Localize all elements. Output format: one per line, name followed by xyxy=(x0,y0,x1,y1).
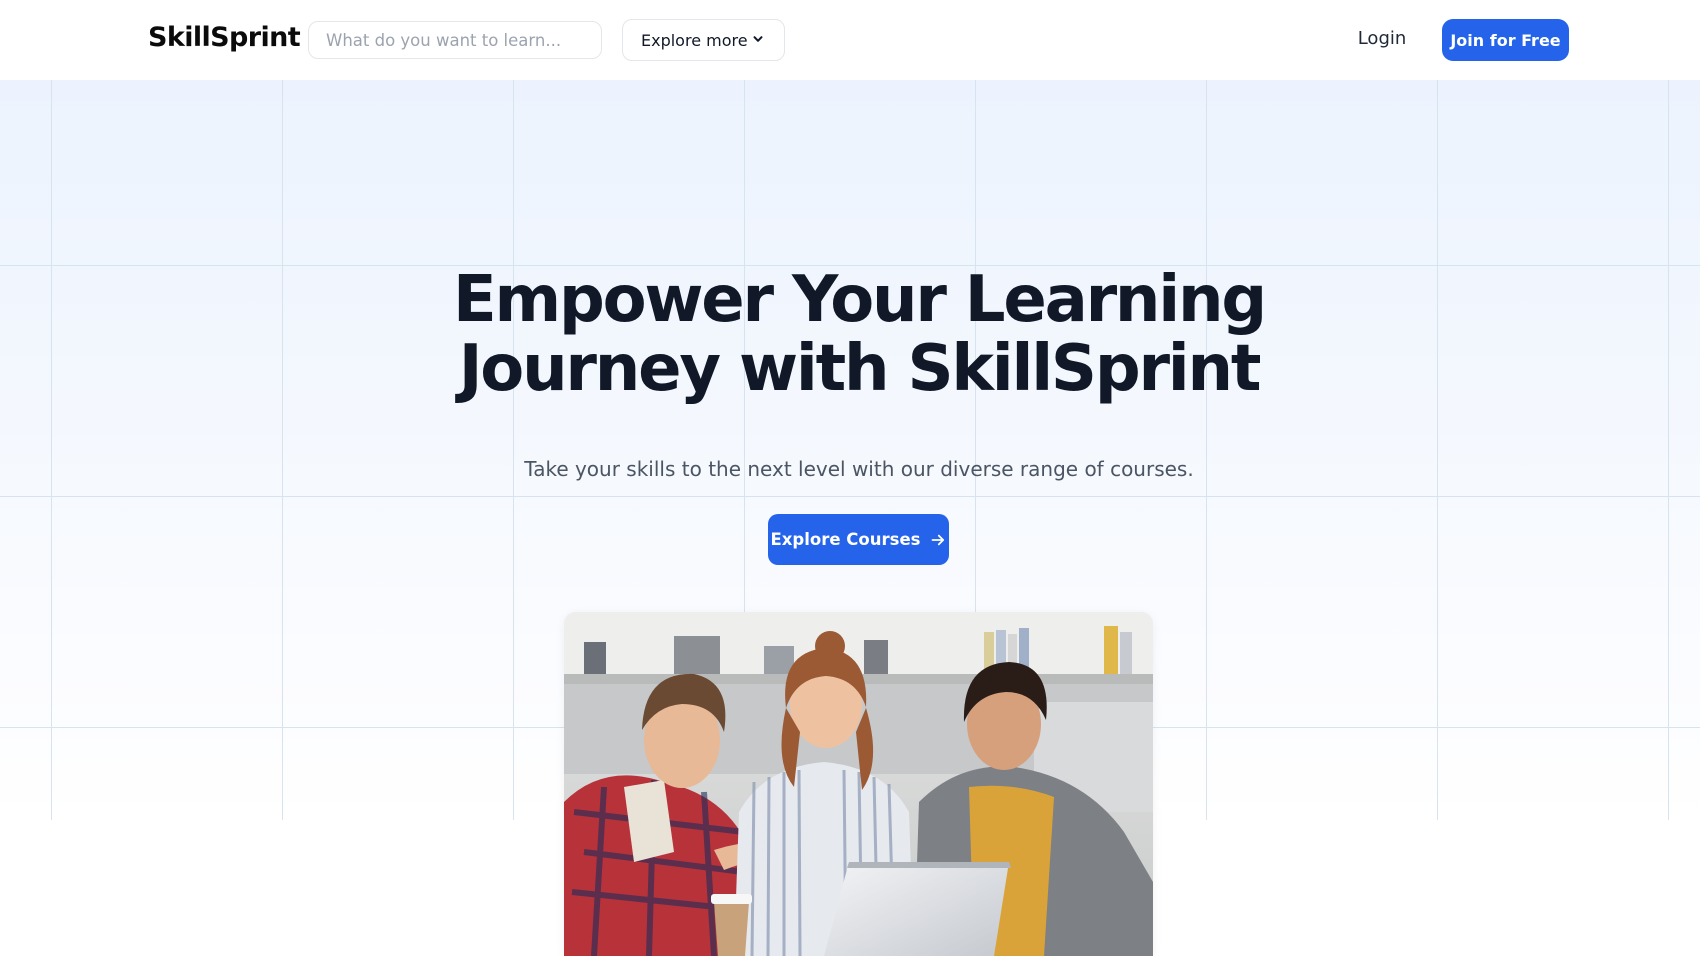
grid-line-vertical xyxy=(513,80,514,820)
grid-line-horizontal xyxy=(0,496,1700,497)
join-for-free-button[interactable]: Join for Free xyxy=(1442,19,1569,61)
login-link[interactable]: Login xyxy=(1340,28,1424,49)
explore-courses-button[interactable]: Explore Courses xyxy=(768,514,949,565)
grid-line-vertical xyxy=(1668,80,1669,820)
hero-subheadline: Take your skills to the next level with … xyxy=(524,457,1194,481)
grid-line-vertical xyxy=(1437,80,1438,820)
explore-more-label: Explore more xyxy=(641,30,748,50)
site-header: SkillSprint Explore more Login Join for … xyxy=(0,0,1700,80)
hero-headline-line-2: Journey with SkillSprint xyxy=(458,332,1262,406)
search-input[interactable] xyxy=(308,21,602,59)
arrow-right-icon xyxy=(932,534,945,545)
hero-students-image xyxy=(564,612,1153,956)
hero-headline: Empower Your Learning Journey with Skill… xyxy=(0,266,1700,404)
chevron-down-icon xyxy=(753,36,763,42)
grid-line-vertical xyxy=(51,80,52,820)
explore-more-dropdown[interactable]: Explore more xyxy=(622,19,785,61)
hero-headline-line-1: Empower Your Learning xyxy=(452,263,1267,337)
grid-line-vertical xyxy=(1206,80,1207,820)
students-photo xyxy=(564,612,1153,956)
brand-logo[interactable]: SkillSprint xyxy=(148,22,301,53)
grid-line-vertical xyxy=(282,80,283,820)
explore-courses-label: Explore Courses xyxy=(770,530,921,549)
